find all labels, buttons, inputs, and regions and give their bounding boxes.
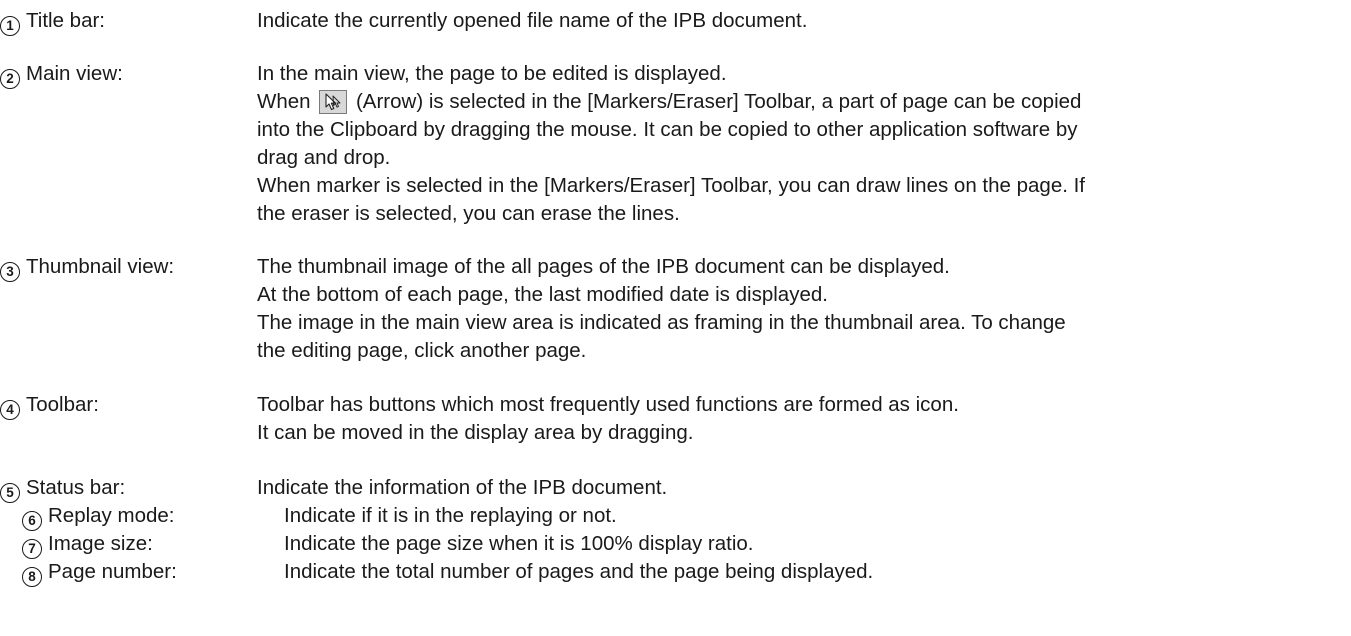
term-label: Title bar: <box>26 9 105 32</box>
description-line: Indicate the currently opened file name … <box>257 9 808 32</box>
circled-number-5: 5 <box>0 483 20 503</box>
description-line: In the main view, the page to be edited … <box>257 62 727 85</box>
description-line: Indicate the information of the IPB docu… <box>257 476 668 499</box>
circled-number-7: 7 <box>22 539 42 559</box>
entry-term: 4 Toolbar: <box>0 391 99 420</box>
circled-number-4: 4 <box>0 400 20 420</box>
subentry-description: Indicate the page size when it is 100% d… <box>284 530 1351 558</box>
term-label: Main view: <box>26 62 123 85</box>
description-line: into the Clipboard by dragging the mouse… <box>257 118 1078 141</box>
entry-term: 2 Main view: <box>0 60 123 89</box>
subentry-description: Indicate if it is in the replaying or no… <box>284 502 1351 530</box>
entry-description: In the main view, the page to be edited … <box>257 60 1337 228</box>
term-label: Page number: <box>48 560 177 583</box>
description-line: Indicate the page size when it is 100% d… <box>284 532 754 555</box>
term-label: Thumbnail view: <box>26 255 175 278</box>
term-label: Toolbar: <box>26 393 99 416</box>
term-label: Replay mode: <box>48 504 175 527</box>
circled-number-1: 1 <box>0 16 20 36</box>
line-text-after-icon: (Arrow) is selected in the [Markers/Eras… <box>355 90 1082 113</box>
circled-number-8: 8 <box>22 567 42 587</box>
description-line: At the bottom of each page, the last mod… <box>257 283 828 306</box>
arrow-cursor-icon <box>319 90 348 114</box>
description-line: the eraser is selected, you can erase th… <box>257 202 680 225</box>
entry-term: 3 Thumbnail view: <box>0 253 174 282</box>
description-line: drag and drop. <box>257 146 391 169</box>
circled-number-2: 2 <box>0 69 20 89</box>
description-line: When marker is selected in the [Markers/… <box>257 174 1085 197</box>
term-label: Status bar: <box>26 476 126 499</box>
circled-number-6: 6 <box>22 511 42 531</box>
term-label: Image size: <box>48 532 153 555</box>
description-line: The image in the main view area is indic… <box>257 311 1066 334</box>
subentry-term: 7 Image size: <box>22 530 153 559</box>
description-line: Indicate the total number of pages and t… <box>284 560 874 583</box>
description-line-with-icon: When (Arrow) is selected in the [Markers… <box>257 88 1337 116</box>
entry-description: The thumbnail image of the all pages of … <box>257 253 1337 365</box>
circled-number-3: 3 <box>0 262 20 282</box>
description-line: the editing page, click another page. <box>257 339 587 362</box>
entry-description: Indicate the currently opened file name … <box>257 7 1337 35</box>
line-text-before-icon: When <box>257 90 311 113</box>
subentry-term: 6 Replay mode: <box>22 502 174 531</box>
description-line: The thumbnail image of the all pages of … <box>257 255 950 278</box>
entry-description: Indicate the information of the IPB docu… <box>257 474 1337 502</box>
description-line: Indicate if it is in the replaying or no… <box>284 504 617 527</box>
description-line: It can be moved in the display area by d… <box>257 421 694 444</box>
entry-term: 5 Status bar: <box>0 474 125 503</box>
entry-term: 1 Title bar: <box>0 7 105 36</box>
entry-description: Toolbar has buttons which most frequentl… <box>257 391 1337 447</box>
subentry-term: 8 Page number: <box>22 558 177 587</box>
subentry-description: Indicate the total number of pages and t… <box>284 558 1351 586</box>
description-line: Toolbar has buttons which most frequentl… <box>257 393 959 416</box>
